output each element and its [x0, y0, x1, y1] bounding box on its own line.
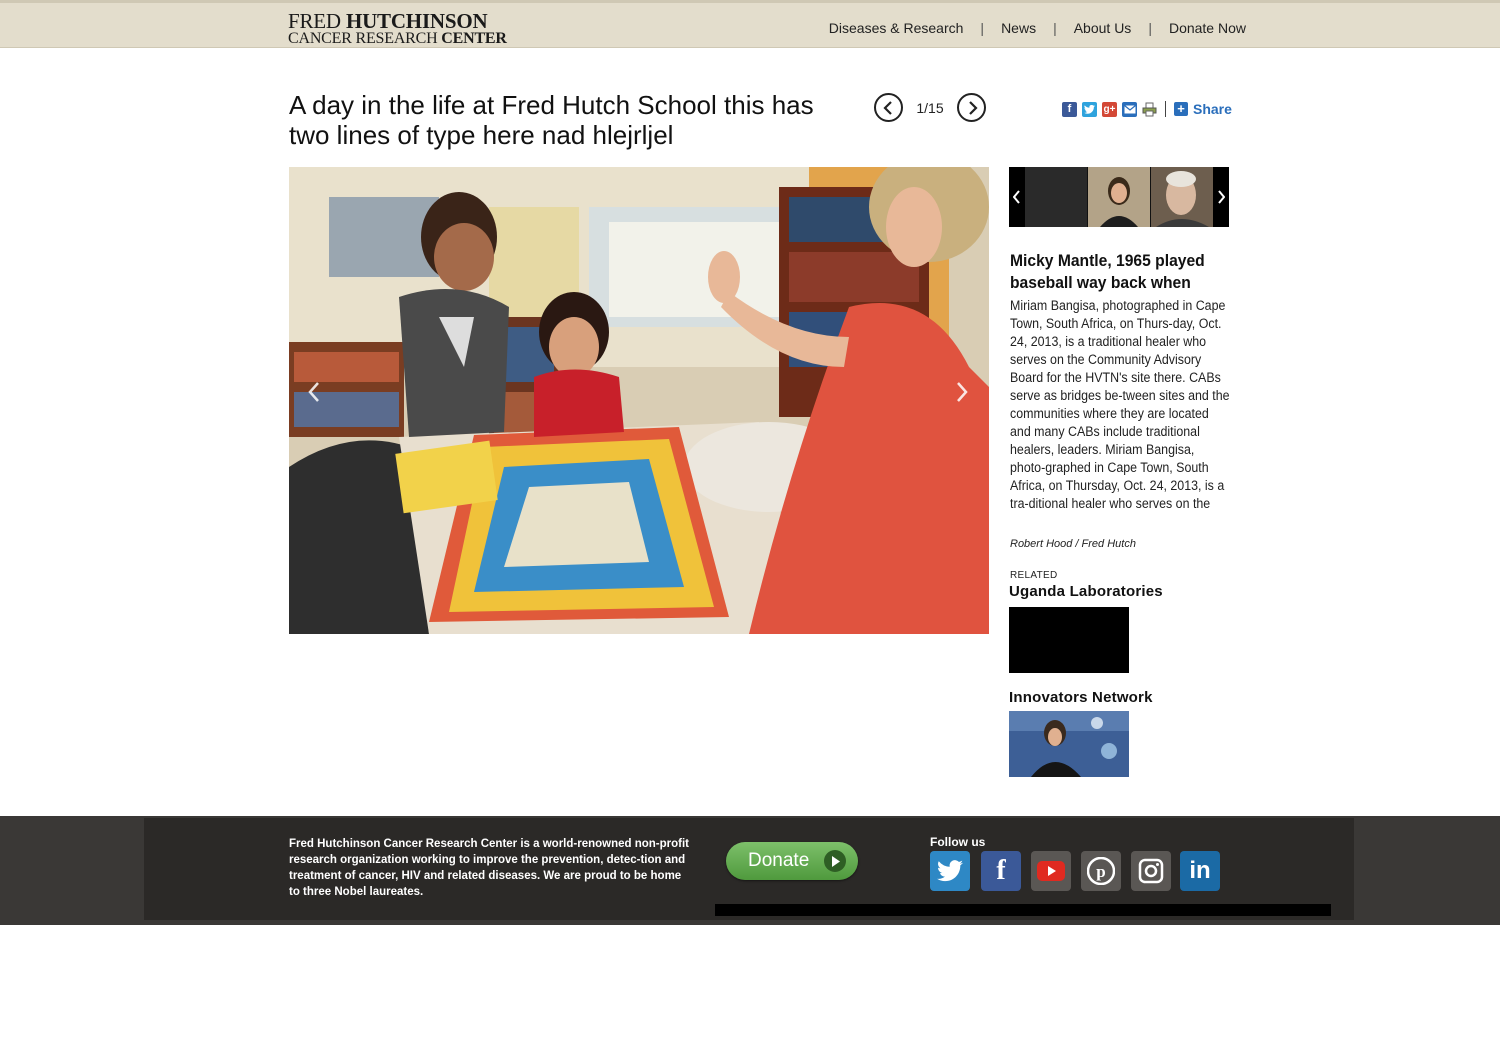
share-toolbar: f g+ + Share: [1062, 101, 1232, 117]
thumbnails-next-button[interactable]: [1213, 167, 1229, 227]
follow-us-label: Follow us: [930, 835, 986, 849]
print-icon[interactable]: [1142, 102, 1157, 117]
site-logo[interactable]: FRED HUTCHINSON CANCER RESEARCH CENTER: [288, 11, 507, 47]
nav-separator: |: [980, 20, 985, 36]
printer-glyph: [1142, 102, 1157, 116]
nav-news[interactable]: News: [1001, 20, 1036, 36]
share-divider: [1165, 101, 1166, 117]
play-arrow-icon: [824, 850, 846, 872]
youtube-play-glyph: [1037, 861, 1065, 881]
envelope-glyph: [1123, 104, 1136, 113]
slide-counter: 1/15: [916, 99, 944, 116]
site-header: FRED HUTCHINSON CANCER RESEARCH CENTER D…: [0, 0, 1500, 48]
thumbnail-portrait: [1151, 167, 1213, 227]
chevron-right-icon: [957, 382, 968, 402]
twitter-bird-glyph: [1084, 104, 1095, 114]
pinterest-glyph: p: [1087, 857, 1115, 885]
photo-prev-arrow[interactable]: [307, 377, 321, 411]
instagram-glyph: [1138, 858, 1164, 884]
thumbnail-portrait: [1088, 167, 1150, 227]
linkedin-icon[interactable]: in: [1180, 851, 1220, 891]
main-nav: Diseases & Research | News | About Us | …: [829, 20, 1246, 36]
plus-icon: +: [1174, 102, 1188, 116]
logo-text: CANCER RESEARCH: [288, 30, 442, 47]
pinterest-icon[interactable]: p: [1081, 851, 1121, 891]
photo-illustration: [289, 167, 989, 634]
related-heading: RELATED: [1010, 570, 1058, 581]
facebook-icon[interactable]: f: [1062, 101, 1077, 117]
triangle-glyph: [831, 855, 840, 867]
related-thumbnail-uganda-laboratories[interactable]: [1009, 607, 1129, 673]
gallery-title: A day in the life at Fred Hutch School t…: [289, 90, 814, 150]
nav-donate-now[interactable]: Donate Now: [1169, 20, 1246, 36]
chevron-right-icon: [968, 100, 978, 115]
thumbnail[interactable]: [1025, 167, 1087, 227]
svg-text:p: p: [1096, 862, 1105, 881]
gallery-main-photo[interactable]: [289, 167, 989, 634]
photo-credit: Robert Hood / Fred Hutch: [1010, 538, 1136, 550]
youtube-icon[interactable]: [1031, 851, 1071, 891]
donate-label: Donate: [748, 850, 810, 871]
email-icon[interactable]: [1122, 101, 1137, 117]
gallery-pager: 1/15: [874, 93, 986, 122]
speaker-photo: [1009, 711, 1129, 777]
facebook-icon[interactable]: f: [981, 851, 1021, 891]
thumbnail-strip: [1009, 167, 1229, 227]
google-plus-icon[interactable]: g+: [1102, 101, 1117, 117]
logo-text: CENTER: [441, 30, 507, 47]
nav-separator: |: [1148, 20, 1152, 36]
share-button[interactable]: + Share: [1174, 101, 1232, 117]
thumbnails-prev-button[interactable]: [1009, 167, 1025, 227]
thumbnail[interactable]: [1088, 167, 1150, 227]
chevron-left-icon: [1013, 190, 1020, 204]
chevron-left-icon: [308, 382, 319, 402]
donate-button[interactable]: Donate: [726, 842, 858, 880]
next-slide-button[interactable]: [957, 93, 986, 122]
twitter-icon[interactable]: [930, 851, 970, 891]
chevron-right-icon: [1218, 190, 1225, 204]
related-thumbnail-innovators-network[interactable]: [1009, 711, 1129, 777]
nav-about-us[interactable]: About Us: [1074, 20, 1132, 36]
twitter-icon[interactable]: [1082, 101, 1097, 117]
prev-slide-button[interactable]: [874, 93, 903, 122]
footer-about-text: Fred Hutchinson Cancer Research Center i…: [289, 838, 690, 898]
footer-black-bar: [715, 904, 1331, 916]
related-link-uganda-laboratories[interactable]: Uganda Laboratories: [1009, 583, 1163, 600]
related-link-innovators-network[interactable]: Innovators Network: [1009, 689, 1153, 706]
nav-separator: |: [1053, 20, 1057, 36]
nav-diseases-research[interactable]: Diseases & Research: [829, 20, 964, 36]
twitter-bird-glyph: [937, 860, 963, 882]
caption-title: Micky Mantle, 1965 played baseball way b…: [1010, 251, 1205, 292]
caption-body: Miriam Bangisa, photographed in Cape Tow…: [1010, 298, 1230, 511]
chevron-left-icon: [882, 100, 892, 115]
instagram-icon[interactable]: [1131, 851, 1171, 891]
thumbnail[interactable]: [1151, 167, 1213, 227]
share-label: Share: [1193, 101, 1232, 117]
photo-next-arrow[interactable]: [955, 377, 969, 411]
